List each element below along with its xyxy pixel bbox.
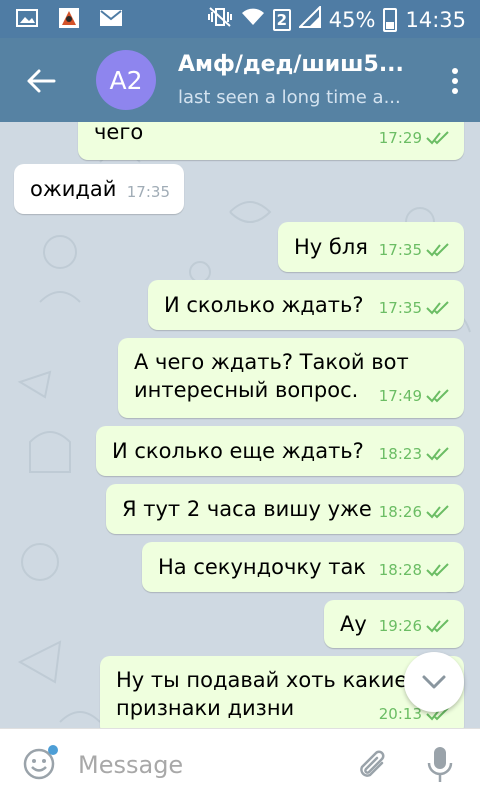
double-check-icon bbox=[426, 301, 449, 315]
message-time: 18:28 bbox=[378, 561, 422, 579]
message-outgoing[interactable]: Ау 19:26 bbox=[324, 600, 464, 648]
battery-percent: 45% bbox=[328, 7, 376, 32]
message-time: 18:23 bbox=[378, 445, 422, 463]
signal-icon bbox=[297, 4, 321, 33]
message-list[interactable]: чего 17:29 ожидай 17:35 Ну бля 17:35 И с… bbox=[0, 122, 480, 728]
last-seen-status: last seen a long time a... bbox=[178, 87, 401, 108]
microphone-icon[interactable] bbox=[426, 745, 454, 785]
message-text: Ау bbox=[340, 612, 367, 636]
mute-vibrate-icon bbox=[207, 6, 233, 33]
message-time: 17:49 bbox=[378, 387, 422, 405]
chat-title[interactable]: Амф/дед/шиш5... bbox=[178, 52, 404, 77]
double-check-icon bbox=[426, 563, 449, 577]
app-notification-icon bbox=[58, 8, 80, 28]
emoji-badge-dot bbox=[48, 745, 58, 755]
chevron-down-icon bbox=[422, 675, 446, 689]
double-check-icon bbox=[426, 505, 449, 519]
message-outgoing[interactable]: И сколько ждать? 17:35 bbox=[148, 280, 464, 330]
back-arrow-icon[interactable] bbox=[24, 64, 58, 98]
message-text: Я тут 2 часа вишу уже bbox=[122, 497, 372, 521]
message-text: И сколько ждать? bbox=[164, 293, 364, 317]
message-incoming[interactable]: ожидай 17:35 bbox=[14, 164, 184, 214]
message-time: 17:35 bbox=[378, 299, 422, 317]
double-check-icon bbox=[426, 389, 449, 403]
message-text: чего bbox=[94, 122, 144, 144]
paperclip-icon[interactable] bbox=[356, 747, 390, 783]
status-bar: 2 45% 14:35 bbox=[0, 0, 480, 38]
double-check-icon bbox=[426, 447, 449, 461]
image-notification-icon bbox=[16, 8, 38, 28]
message-text: Ну бля bbox=[294, 235, 368, 259]
message-text-line-2: признаки дизни bbox=[116, 696, 295, 720]
mail-icon bbox=[100, 8, 122, 28]
wifi-icon bbox=[241, 7, 265, 32]
double-check-icon bbox=[426, 131, 449, 145]
message-text: На секундочку так bbox=[158, 555, 366, 579]
message-outgoing[interactable]: И сколько еще ждать? 18:23 bbox=[96, 426, 464, 476]
more-menu-icon[interactable] bbox=[452, 68, 458, 94]
double-check-icon bbox=[426, 619, 449, 633]
clock: 14:35 bbox=[405, 7, 466, 32]
message-text: И сколько еще ждать? bbox=[112, 439, 364, 463]
message-outgoing[interactable]: Ну бля 17:35 bbox=[278, 222, 464, 272]
message-outgoing[interactable]: чего 17:29 bbox=[78, 122, 464, 160]
battery-icon bbox=[383, 7, 398, 32]
message-time: 18:26 bbox=[378, 503, 422, 521]
message-time: 17:35 bbox=[378, 241, 422, 259]
message-text-line-2: интересный вопрос. bbox=[134, 378, 359, 402]
message-text: Ну ты подавай хоть какие bbox=[116, 668, 408, 692]
scroll-down-button[interactable] bbox=[404, 652, 464, 712]
sim-2-icon: 2 bbox=[272, 8, 291, 31]
message-text: ожидай bbox=[30, 177, 117, 201]
message-time: 17:35 bbox=[126, 183, 170, 201]
message-time: 17:29 bbox=[378, 129, 422, 147]
message-outgoing[interactable]: А чего ждать? Такой вот интересный вопро… bbox=[118, 338, 464, 418]
message-input[interactable] bbox=[78, 745, 338, 785]
message-text: А чего ждать? Такой вот bbox=[134, 350, 409, 374]
double-check-icon bbox=[426, 243, 449, 257]
avatar[interactable]: A2 bbox=[96, 50, 156, 110]
message-composer bbox=[0, 728, 480, 800]
message-outgoing[interactable]: Я тут 2 часа вишу уже 18:26 bbox=[106, 484, 464, 534]
message-time: 19:26 bbox=[378, 617, 422, 635]
message-outgoing[interactable]: На секундочку так 18:28 bbox=[142, 542, 464, 592]
chat-header: A2 Амф/дед/шиш5... last seen a long time… bbox=[0, 38, 480, 122]
